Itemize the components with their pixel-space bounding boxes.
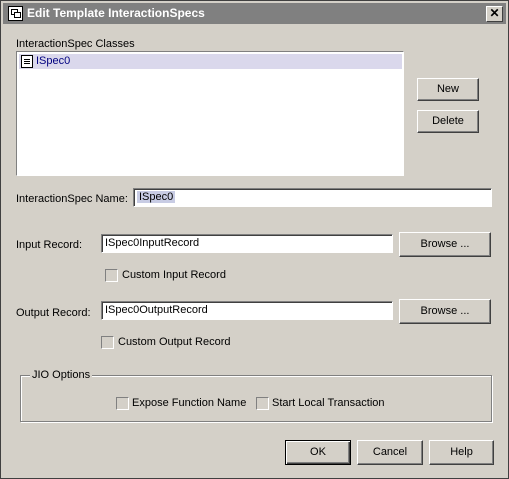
- browse-input-button[interactable]: Browse ...: [399, 232, 491, 257]
- custom-output-label[interactable]: Custom Output Record: [118, 336, 231, 348]
- jio-options-legend: JIO Options: [30, 369, 93, 381]
- spec-name-value: ISpec0: [137, 191, 176, 203]
- list-item-label: ISpec0: [36, 55, 71, 67]
- classes-label: InteractionSpec Classes: [16, 38, 135, 50]
- start-local-transaction-label[interactable]: Start Local Transaction: [272, 397, 385, 409]
- input-record-label: Input Record:: [16, 239, 83, 251]
- delete-button[interactable]: Delete: [417, 110, 479, 133]
- help-button[interactable]: Help: [429, 440, 494, 465]
- expose-function-name-checkbox[interactable]: [116, 397, 129, 410]
- input-record-field[interactable]: ISpec0InputRecord: [101, 234, 393, 253]
- ok-button[interactable]: OK: [285, 440, 351, 465]
- cancel-button[interactable]: Cancel: [357, 440, 423, 465]
- list-item[interactable]: ISpec0: [19, 54, 402, 69]
- window-title: Edit Template InteractionSpecs: [27, 6, 205, 20]
- new-button[interactable]: New: [417, 78, 479, 101]
- browse-output-button[interactable]: Browse ...: [399, 299, 491, 324]
- document-icon: [21, 55, 33, 68]
- output-record-field[interactable]: ISpec0OutputRecord: [101, 301, 393, 320]
- close-button[interactable]: ✕: [486, 6, 503, 22]
- custom-input-label[interactable]: Custom Input Record: [122, 269, 226, 281]
- classes-list[interactable]: ISpec0: [16, 51, 404, 176]
- window-icon: [8, 6, 23, 21]
- edit-template-dialog: Edit Template InteractionSpecs ✕ Interac…: [0, 0, 509, 479]
- custom-output-checkbox[interactable]: [101, 336, 114, 349]
- output-record-label: Output Record:: [16, 307, 91, 319]
- spec-name-input[interactable]: ISpec0: [133, 188, 492, 207]
- start-local-transaction-checkbox[interactable]: [256, 397, 269, 410]
- title-bar[interactable]: Edit Template InteractionSpecs ✕: [3, 3, 506, 24]
- expose-function-name-label[interactable]: Expose Function Name: [132, 397, 246, 409]
- custom-input-checkbox[interactable]: [105, 269, 118, 282]
- spec-name-label: InteractionSpec Name:: [16, 193, 128, 205]
